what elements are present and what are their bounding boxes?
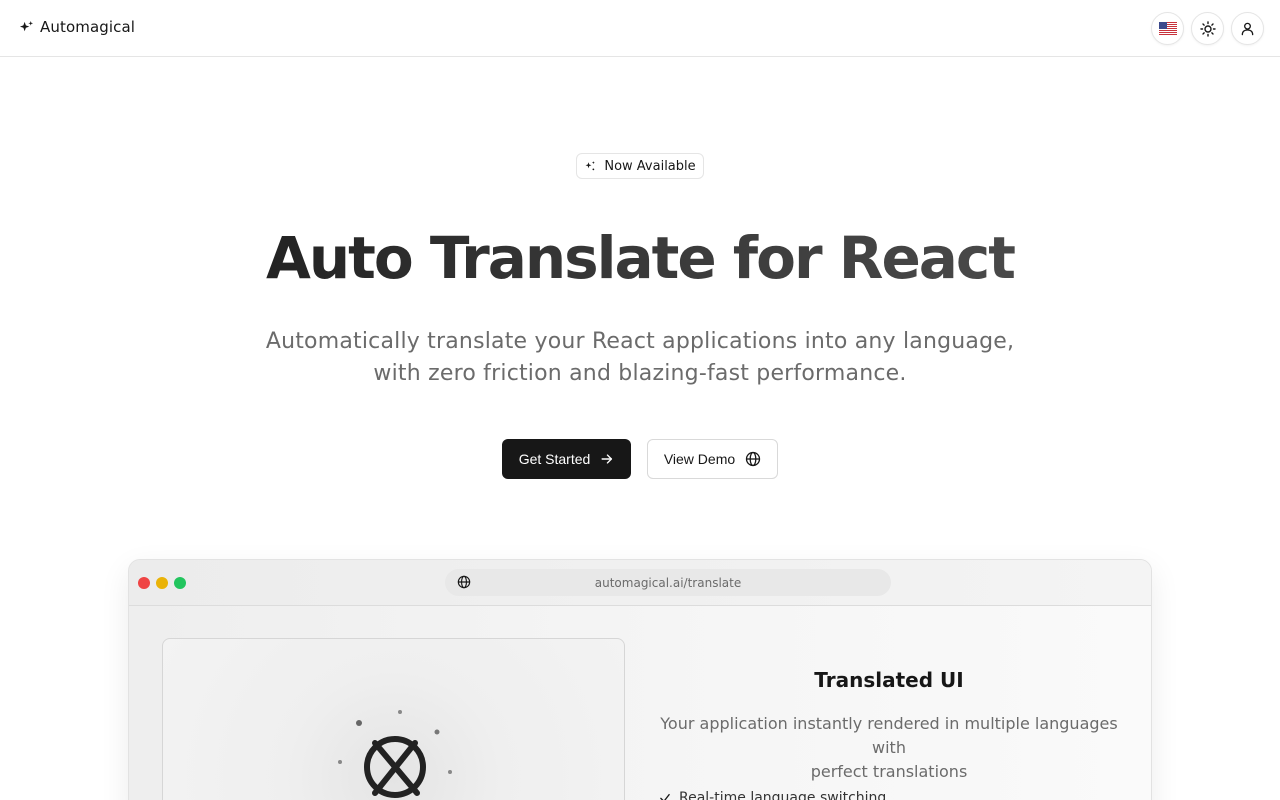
window-maximize-dot — [174, 577, 186, 589]
browser-toolbar: automagical.ai/translate — [129, 560, 1151, 606]
theme-toggle-button[interactable] — [1191, 12, 1224, 45]
get-started-label: Get Started — [518, 451, 591, 467]
hero-title: Auto Translate for React — [0, 222, 1280, 294]
get-started-button[interactable]: Get Started — [502, 439, 631, 479]
check-icon — [660, 793, 670, 800]
description-line-2: perfect translations — [810, 762, 968, 781]
translated-ui-title: Translated UI — [814, 668, 964, 692]
brand-name: Automagical — [40, 18, 136, 36]
translate-logo-icon — [338, 710, 452, 798]
globe-icon — [457, 575, 471, 589]
window-minimize-dot — [156, 577, 168, 589]
user-icon — [1241, 22, 1254, 36]
user-menu-button[interactable] — [1231, 12, 1264, 45]
hero-subtitle-line-1: Automatically translate your React appli… — [265, 329, 1015, 354]
arrow-right-icon — [601, 454, 613, 464]
brand-link[interactable]: Automagical — [19, 18, 135, 36]
view-demo-button[interactable]: View Demo — [647, 439, 778, 479]
now-available-badge: Now Available — [576, 153, 704, 179]
view-demo-label: View Demo — [663, 451, 736, 467]
translated-ui-description: Your application instantly rendered in m… — [649, 712, 1129, 784]
feature-item: Real-time language switching — [659, 790, 886, 800]
browser-mockup: automagical.ai/translate Translated UI Y… — [128, 559, 1152, 800]
description-line-1: Your application instantly rendered in m… — [660, 714, 1118, 757]
sparkles-icon — [585, 161, 596, 171]
language-selector-button[interactable] — [1151, 12, 1184, 45]
feature-label: Real-time language switching — [679, 790, 887, 800]
globe-icon — [746, 451, 761, 467]
address-bar: automagical.ai/translate — [445, 569, 891, 596]
us-flag-icon — [1158, 22, 1177, 35]
demo-preview-panel — [162, 638, 625, 800]
site-header: Automagical — [0, 0, 1280, 57]
hero-subtitle-line-2: with zero friction and blazing-fast perf… — [373, 361, 907, 386]
url-text: automagical.ai/translate — [594, 575, 742, 590]
badge-label: Now Available — [604, 158, 696, 174]
hero-subtitle: Automatically translate your React appli… — [240, 326, 1040, 390]
window-close-dot — [138, 577, 150, 589]
sparkles-icon — [19, 20, 34, 31]
sun-icon — [1199, 20, 1216, 37]
